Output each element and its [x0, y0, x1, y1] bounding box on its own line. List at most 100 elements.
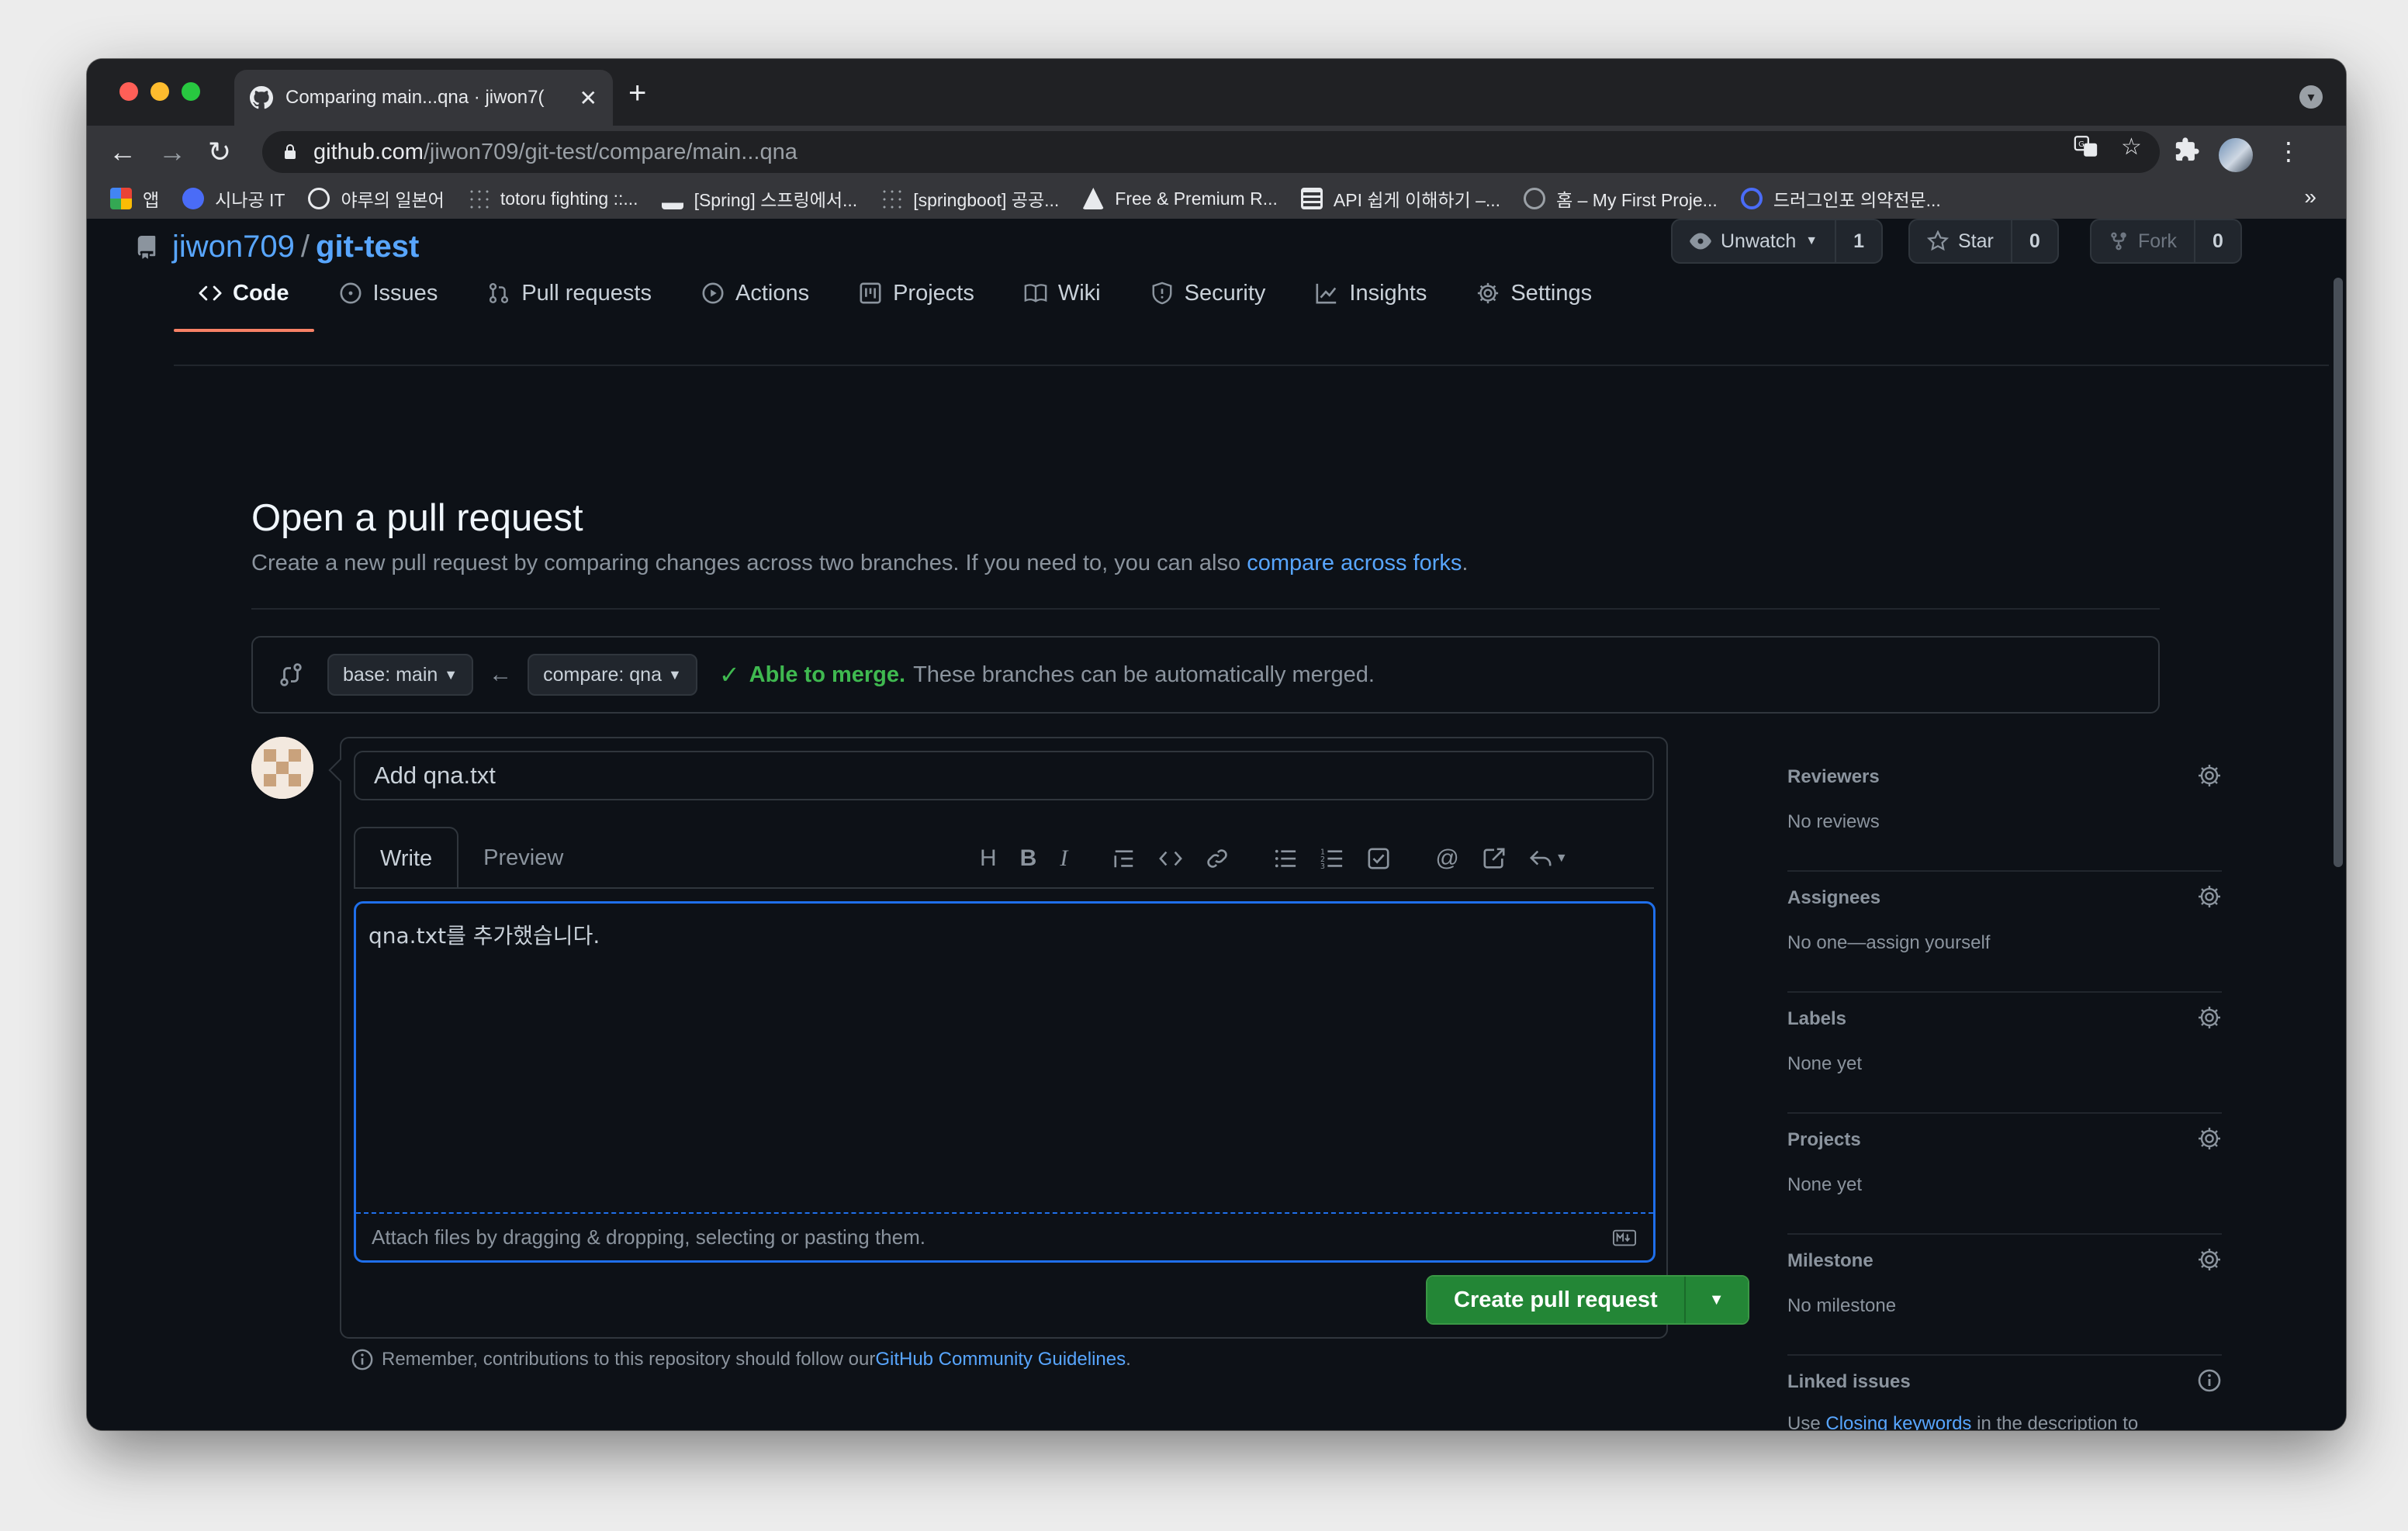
sidebar-value[interactable]: No one—assign yourself [1787, 929, 2222, 957]
bookmark-item[interactable]: 시나공 IT [182, 185, 285, 212]
ordered-list-icon[interactable]: 123 [1320, 847, 1344, 870]
gear-icon[interactable] [2197, 884, 2222, 909]
tab-insights[interactable]: Insights [1290, 254, 1451, 332]
tab-pull-requests[interactable]: Pull requests [462, 254, 676, 332]
heading-icon[interactable]: H [980, 845, 997, 872]
minimize-window-button[interactable] [150, 82, 169, 101]
gear-icon[interactable] [2197, 1126, 2222, 1151]
arrow-left-icon: ← [489, 662, 513, 687]
bookmark-label: API 쉽게 이해하기 –... [1333, 190, 1501, 210]
star-button-group: Star 0 [1908, 219, 2059, 264]
pr-body-textarea[interactable]: qna.txt를 추가했습니다. [356, 904, 1653, 1212]
star-button[interactable]: Star [1910, 220, 2012, 262]
subtitle-text: Create a new pull request by comparing c… [251, 551, 1247, 575]
repo-icon [137, 235, 156, 259]
bookmark-label: [springboot] 공공... [913, 190, 1060, 210]
back-button[interactable]: ← [109, 137, 137, 168]
pr-title-input[interactable] [354, 751, 1654, 800]
close-window-button[interactable] [119, 82, 138, 101]
forks-count[interactable]: 0 [2195, 230, 2240, 253]
base-branch-select[interactable]: base: main ▼ [327, 654, 474, 696]
markdown-icon[interactable] [1613, 1229, 1636, 1246]
tab-settings[interactable]: Settings [1451, 254, 1617, 332]
attach-hint: Attach files by dragging & dropping, sel… [372, 1225, 925, 1249]
cross-reference-icon[interactable] [1483, 847, 1506, 870]
tab-wiki[interactable]: Wiki [999, 254, 1126, 332]
bookmark-item[interactable]: API 쉽게 이해하기 –... [1300, 185, 1501, 212]
favicon-icon [182, 188, 205, 209]
note-period: . [1126, 1349, 1131, 1370]
tab-issues[interactable]: Issues [314, 254, 463, 332]
attach-files-zone[interactable]: Attach files by dragging & dropping, sel… [356, 1212, 1653, 1260]
bookmark-item[interactable]: [springboot] 공공... [881, 185, 1059, 212]
zoom-window-button[interactable] [182, 82, 200, 101]
tab-preview[interactable]: Preview [458, 827, 588, 889]
page-scrollbar[interactable] [2329, 219, 2346, 1430]
bookmark-item[interactable]: 홈 – My First Proje... [1524, 185, 1718, 212]
tab-label: Settings [1510, 280, 1593, 306]
saved-replies-icon[interactable]: ▼ [1529, 847, 1568, 870]
bookmark-item[interactable]: 야루의 일본어 [308, 185, 445, 212]
scrollbar-thumb[interactable] [2334, 278, 2343, 867]
link-icon[interactable] [1206, 847, 1229, 870]
closing-keywords-link[interactable]: Closing keywords [1825, 1413, 1971, 1430]
close-tab-icon[interactable]: ✕ [580, 85, 597, 111]
note-text: Remember, contributions to this reposito… [382, 1349, 876, 1370]
repo-nav-tabs: Code Issues Pull requests Actions Projec… [174, 254, 1617, 332]
bookmark-star-icon[interactable]: ☆ [2121, 133, 2142, 161]
bookmark-item[interactable]: [Spring] 스프링에서... [661, 185, 857, 212]
address-bar[interactable]: github.com/jiwon709/git-test/compare/mai… [262, 131, 2160, 173]
browser-menu-icon[interactable]: ⋮ [2276, 137, 2301, 166]
code-icon[interactable] [1159, 847, 1183, 870]
sidebar-heading[interactable]: Assignees [1787, 887, 2222, 909]
italic-icon[interactable]: I [1060, 845, 1067, 872]
bookmark-label: 야루의 일본어 [341, 190, 445, 210]
sidebar-heading[interactable]: Milestone [1787, 1250, 2222, 1272]
user-avatar[interactable] [251, 737, 313, 799]
project-icon [860, 282, 881, 304]
bookmark-item[interactable]: Free & Premium R... [1082, 188, 1278, 209]
new-tab-button[interactable]: + [628, 76, 646, 111]
info-icon[interactable] [2197, 1368, 2222, 1393]
bookmark-label: Free & Premium R... [1115, 188, 1278, 209]
reload-button[interactable]: ↻ [208, 137, 231, 168]
bookmark-item[interactable]: totoru fighting ::... [467, 188, 638, 209]
sidebar-heading[interactable]: Reviewers [1787, 766, 2222, 788]
fork-button[interactable]: Fork [2091, 220, 2195, 262]
create-options-dropdown[interactable]: ▼ [1685, 1277, 1748, 1323]
tab-security[interactable]: Security [1126, 254, 1291, 332]
globe-icon [308, 188, 330, 209]
compare-across-forks-link[interactable]: compare across forks [1247, 551, 1462, 575]
translate-icon[interactable]: G [2073, 133, 2099, 166]
forward-button[interactable]: → [158, 137, 186, 168]
gear-icon[interactable] [2197, 1247, 2222, 1272]
tab-write[interactable]: Write [354, 827, 459, 889]
bookmark-apps[interactable]: 앱 [110, 185, 159, 212]
task-list-icon[interactable] [1367, 847, 1390, 870]
gear-icon[interactable] [2197, 763, 2222, 788]
tab-search-icon[interactable]: ▾ [2299, 85, 2323, 109]
tab-projects[interactable]: Projects [834, 254, 999, 332]
bookmark-item[interactable]: 드러그인포 의약전문... [1740, 185, 1941, 212]
gear-icon[interactable] [2197, 1005, 2222, 1030]
browser-tab[interactable]: Comparing main...qna · jiwon7( ✕ [234, 70, 613, 126]
bold-icon[interactable]: B [1020, 845, 1037, 872]
more-bookmarks-button[interactable]: » [2304, 185, 2316, 209]
sidebar-heading[interactable]: Labels [1787, 1008, 2222, 1030]
community-guidelines-link[interactable]: GitHub Community Guidelines [875, 1349, 1126, 1370]
tab-code[interactable]: Code [174, 254, 314, 332]
stars-count[interactable]: 0 [2012, 230, 2057, 253]
unordered-list-icon[interactable] [1274, 847, 1297, 870]
profile-avatar[interactable] [2219, 138, 2253, 172]
extensions-icon[interactable] [2174, 137, 2200, 169]
chevron-down-icon: ▼ [1805, 234, 1818, 247]
watchers-count[interactable]: 1 [1836, 230, 1881, 253]
compare-branch-select[interactable]: compare: qna ▼ [528, 654, 697, 696]
quote-icon[interactable] [1112, 847, 1136, 870]
bookmark-label: 앱 [143, 190, 160, 210]
create-pull-request-button[interactable]: Create pull request [1427, 1277, 1686, 1323]
mention-icon[interactable]: @ [1435, 845, 1458, 872]
tab-actions[interactable]: Actions [676, 254, 834, 332]
sidebar-heading[interactable]: Projects [1787, 1129, 2222, 1151]
unwatch-button[interactable]: Unwatch ▼ [1673, 220, 1837, 262]
